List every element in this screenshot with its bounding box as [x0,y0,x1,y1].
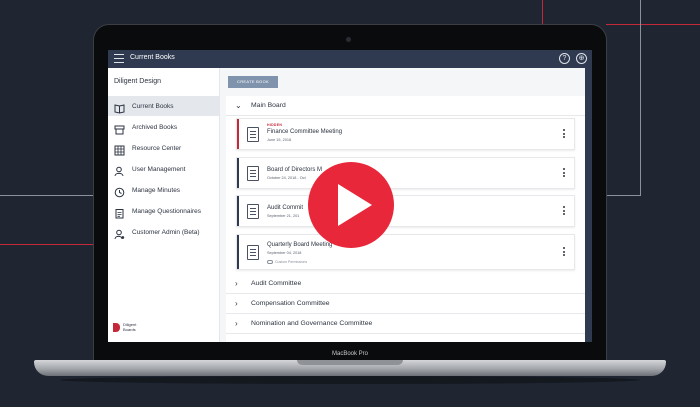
grid-icon [114,143,125,155]
sidebar-item-customer-admin[interactable]: Customer Admin (Beta) [108,222,219,242]
book-card[interactable]: Quarterly Board Meeting September 04, 20… [236,234,575,270]
video-play-button[interactable] [308,162,394,248]
sidebar: Diligent Design Current Books Archived B… [108,68,220,342]
play-icon [338,184,372,226]
chevron-right-icon: › [235,299,238,308]
book-date: September 21, 201 [267,214,300,218]
gray-horizontal-line [0,195,93,196]
book-title: Quarterly Board Meeting [267,242,333,248]
admin-icon [114,227,125,239]
status-stripe [237,119,239,149]
chevron-right-icon: › [235,279,238,288]
book-title: Audit Commit [267,205,304,211]
sidebar-item-manage-minutes[interactable]: Manage Minutes [108,180,219,200]
sidebar-item-label: Customer Admin (Beta) [132,228,200,236]
more-options-icon[interactable] [563,247,565,258]
section-label: Compensation Committee [251,300,330,307]
menu-icon[interactable] [114,54,124,63]
create-book-button[interactable]: CREATE BOOK [228,76,278,88]
section-label: Nomination and Governance Committee [251,320,373,327]
section-nomination-governance-committee[interactable]: › Nomination and Governance Committee [226,314,585,334]
page-title: Current Books [130,54,175,61]
brand-logo: Diligent Boards [113,322,136,332]
book-card[interactable]: HIDDEN Finance Committee Meeting June 15… [236,118,575,150]
status-stripe [237,158,239,188]
permissions-icon [267,260,273,264]
red-vertical-line [542,0,543,26]
status-stripe [237,196,239,226]
sidebar-item-label: Manage Minutes [132,186,181,194]
sidebar-item-label: Manage Questionnaires [132,207,202,215]
more-options-icon[interactable] [563,168,565,179]
camera-icon [346,37,351,42]
sidebar-item-current-books[interactable]: Current Books [108,96,219,116]
laptop-model-label: MacBook Pro [331,351,368,357]
brand-product: Boards [123,326,136,332]
sidebar-item-user-management[interactable]: User Management [108,159,219,179]
sidebar-item-manage-questionnaires[interactable]: Manage Questionnaires [108,201,219,221]
book-icon [247,127,259,142]
book-card[interactable]: Audit Commit September 21, 201 [236,195,575,227]
section-main-board[interactable]: ⌄ Main Board [226,96,585,116]
main-content: CREATE BOOK ⌄ Main Board HIDDEN Finance … [221,68,585,342]
section-compensation-committee[interactable]: › Compensation Committee [226,294,585,314]
org-name: Diligent Design [114,78,162,85]
book-title: Finance Committee Meeting [267,129,343,135]
section-label: Main Board [251,102,286,109]
globe-icon[interactable]: ⊕ [576,53,587,64]
sidebar-item-label: Archived Books [132,123,178,131]
book-open-icon [114,101,125,114]
books-panel: ⌄ Main Board HIDDEN Finance Committee Me… [226,96,585,342]
more-options-icon[interactable] [563,206,565,217]
help-icon[interactable]: ? [559,53,570,64]
sidebar-item-label: Resource Center [132,144,182,152]
laptop-shadow [60,376,640,384]
red-horizontal-line-top [606,24,700,25]
book-title: Board of Directors M [267,167,323,173]
book-icon [247,166,259,181]
section-audit-committee[interactable]: › Audit Committee [226,274,585,294]
book-date: October 24, 2018 - Oct [267,176,306,180]
book-icon [247,204,259,219]
gray-vertical-line [640,0,641,195]
book-card[interactable]: Board of Directors M October 24, 2018 - … [236,157,575,189]
chevron-down-icon: ⌄ [235,101,242,110]
sidebar-item-archived-books[interactable]: Archived Books [108,117,219,137]
sidebar-item-label: User Management [132,165,186,173]
users-icon [114,164,125,176]
section-label: Audit Committee [251,280,302,287]
more-options-icon[interactable] [563,129,565,140]
clock-icon [114,185,125,197]
book-date: June 15, 2018 [267,138,292,142]
diligent-logo-icon [113,323,120,332]
clipboard-icon [114,206,125,218]
right-panel-edge [585,68,592,342]
book-date: September 04, 2018 [267,251,302,255]
red-horizontal-line-left [0,244,93,245]
hidden-badge: HIDDEN [267,123,283,127]
gray-horizontal-line-right [607,195,641,196]
top-bar: Current Books ? ⊕ [108,50,592,68]
sidebar-item-resource-center[interactable]: Resource Center [108,138,219,158]
archive-icon [114,122,125,134]
sidebar-item-label: Current Books [132,102,174,110]
chevron-right-icon: › [235,319,238,328]
laptop-notch [297,360,403,365]
status-stripe [237,235,239,269]
book-permissions: Custom Permissions [275,260,308,264]
book-icon [247,245,259,260]
